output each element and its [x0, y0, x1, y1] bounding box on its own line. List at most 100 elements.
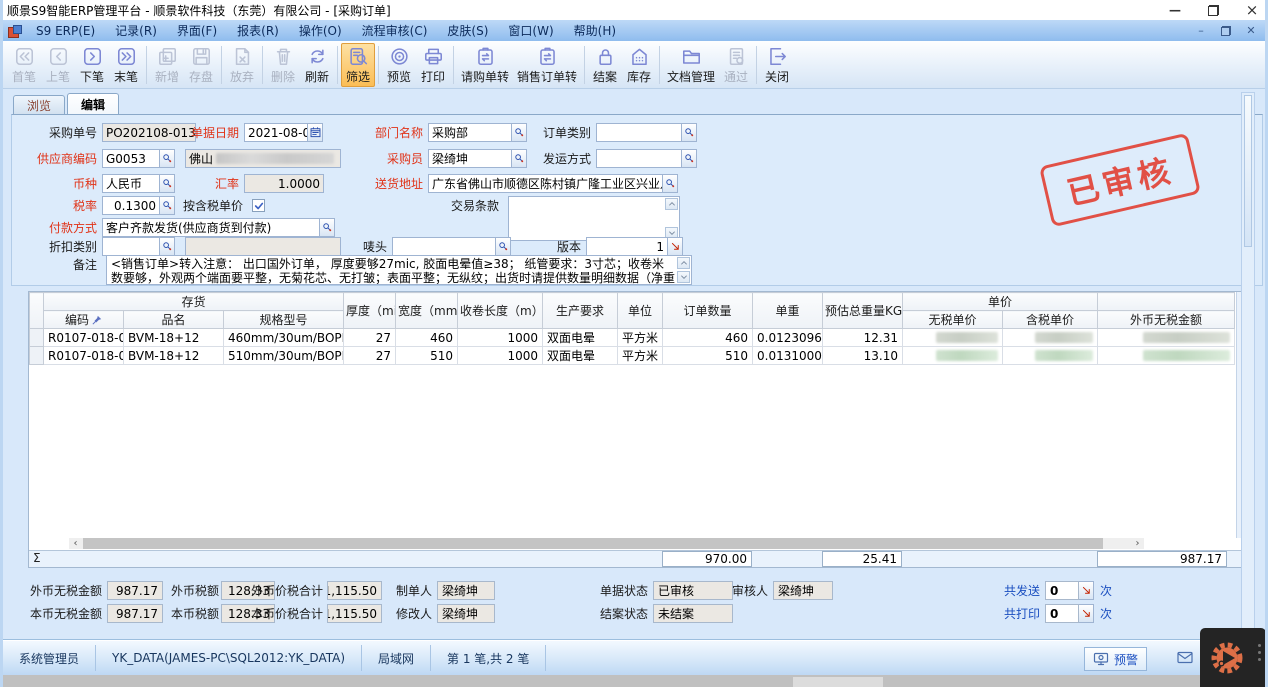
- mark-field[interactable]: [392, 237, 496, 256]
- cell-width[interactable]: 460: [396, 329, 458, 347]
- filter-button[interactable]: 筛选: [341, 43, 375, 87]
- cell-spec[interactable]: 510mm/30um/BOPP预涂触...: [224, 347, 344, 365]
- col-unit-weight[interactable]: 单重: [753, 293, 823, 329]
- scroll-down-icon[interactable]: [677, 271, 690, 283]
- cell-price-no-tax[interactable]: [903, 347, 1003, 365]
- calendar-icon[interactable]: [308, 123, 323, 142]
- supplier-name-field[interactable]: 佛山: [185, 149, 341, 168]
- col-foreign-amount[interactable]: 外币无税金额: [1098, 311, 1235, 329]
- col-qty[interactable]: 订单数量: [663, 293, 753, 329]
- col-spec[interactable]: 规格型号: [224, 311, 344, 329]
- dept-lookup-icon[interactable]: [512, 123, 527, 142]
- cell-foreign-amount[interactable]: [1098, 347, 1235, 365]
- currency-field[interactable]: 人民币: [102, 174, 160, 193]
- inventory-button[interactable]: 库存: [622, 43, 656, 87]
- col-width[interactable]: 宽度（mm）: [396, 293, 458, 329]
- inventory-group-header[interactable]: 存货: [44, 293, 344, 311]
- printed-count-spin-icon[interactable]: [1079, 604, 1094, 623]
- ship-method-field[interactable]: [596, 149, 682, 168]
- row-indicator[interactable]: [30, 347, 44, 365]
- scroll-up-icon[interactable]: [665, 198, 678, 210]
- cell-length[interactable]: 1000: [458, 329, 543, 347]
- alert-button[interactable]: 预警: [1084, 647, 1147, 671]
- cell-code[interactable]: R0107-018-0460-...: [44, 329, 124, 347]
- tax-rate-lookup-icon[interactable]: [160, 196, 175, 215]
- menu-item-7[interactable]: 皮肤(S): [437, 20, 498, 41]
- menu-item-3[interactable]: 界面(F): [167, 20, 227, 41]
- supplier-lookup-icon[interactable]: [160, 149, 175, 168]
- col-total-weight[interactable]: 预估总重量KG: [823, 293, 903, 329]
- requisition-transfer-button[interactable]: 请购单转: [457, 43, 513, 87]
- trade-terms-field[interactable]: [508, 196, 680, 241]
- mdi-minimize-button[interactable]: –: [1195, 25, 1207, 37]
- mdi-close-button[interactable]: ✕: [1245, 25, 1257, 37]
- cell-total-weight[interactable]: 13.10: [823, 347, 903, 365]
- cell-thickness[interactable]: 27: [344, 347, 396, 365]
- close-button[interactable]: ×: [1245, 3, 1259, 17]
- col-prod-req[interactable]: 生产要求: [543, 293, 618, 329]
- doc-date-field[interactable]: 2021-08-04: [244, 123, 308, 142]
- mail-icon[interactable]: [1177, 650, 1193, 669]
- col-name[interactable]: 品名: [124, 311, 224, 329]
- print-button[interactable]: 打印: [416, 43, 450, 87]
- version-spin-icon[interactable]: [668, 237, 683, 256]
- col-price-no-tax[interactable]: 无税单价: [903, 311, 1003, 329]
- cell-prod[interactable]: 双面电晕: [543, 329, 618, 347]
- menu-item-6[interactable]: 流程审核(C): [352, 20, 438, 41]
- col-length[interactable]: 收卷长度（m）: [458, 293, 543, 329]
- discount-lookup-icon[interactable]: [160, 237, 175, 256]
- grid-row[interactable]: R0107-018-0460-...BVM-18+12460mm/30um/BO…: [30, 329, 1235, 347]
- mdi-restore-button[interactable]: [1221, 26, 1231, 36]
- cell-unit[interactable]: 平方米: [618, 329, 663, 347]
- menu-item-9[interactable]: 帮助(H): [564, 20, 626, 41]
- cell-price-with-tax[interactable]: [1003, 329, 1098, 347]
- panel-vertical-scrollbar[interactable]: [1241, 92, 1255, 640]
- cell-unit-weight[interactable]: 0.0131000: [753, 347, 823, 365]
- sent-count-spin-icon[interactable]: [1079, 581, 1094, 600]
- pin-icon[interactable]: [89, 313, 102, 327]
- mark-lookup-icon[interactable]: [496, 237, 511, 256]
- order-type-field[interactable]: [596, 123, 682, 142]
- menu-item-1[interactable]: S9 ERP(E): [26, 20, 105, 41]
- overlay-menu-dots[interactable]: [1258, 644, 1261, 661]
- cell-unit[interactable]: 平方米: [618, 347, 663, 365]
- address-lookup-icon[interactable]: [663, 174, 678, 193]
- next-record-button[interactable]: 下笔: [75, 43, 109, 87]
- col-price-with-tax[interactable]: 含税单价: [1003, 311, 1098, 329]
- restore-button[interactable]: [1208, 5, 1219, 16]
- buyer-field[interactable]: 梁绮坤: [428, 149, 512, 168]
- tab-edit[interactable]: 编辑: [67, 93, 119, 114]
- remark-field[interactable]: <销售订单>转入注意： 出口国外订单， 厚度要够27mic, 胶面电晕值≥38；…: [106, 255, 692, 285]
- discount-type-field[interactable]: [102, 237, 160, 256]
- scroll-right-icon[interactable]: ›: [1131, 538, 1144, 549]
- rate-field[interactable]: 1.0000: [244, 174, 324, 193]
- cell-total-weight[interactable]: 12.31: [823, 329, 903, 347]
- cell-thickness[interactable]: 27: [344, 329, 396, 347]
- cell-prod[interactable]: 双面电晕: [543, 347, 618, 365]
- refresh-button[interactable]: 刷新: [300, 43, 334, 87]
- cell-qty[interactable]: 460: [663, 329, 753, 347]
- ship-method-lookup-icon[interactable]: [682, 149, 697, 168]
- screen-recorder-overlay[interactable]: [1200, 628, 1266, 687]
- po-no-field[interactable]: PO202108-013: [102, 123, 196, 142]
- col-thickness[interactable]: 厚度（mic）: [344, 293, 396, 329]
- printed-count-value[interactable]: 0: [1045, 604, 1079, 623]
- grid-horizontal-scrollbar[interactable]: ‹ ›: [69, 538, 1144, 549]
- cell-length[interactable]: 1000: [458, 347, 543, 365]
- address-field[interactable]: 广东省佛山市顺德区陈村镇广隆工业区兴业八路9号之一: [428, 174, 663, 193]
- cell-spec[interactable]: 460mm/30um/BOPP预涂触...: [224, 329, 344, 347]
- cell-width[interactable]: 510: [396, 347, 458, 365]
- scroll-up-icon[interactable]: [677, 257, 690, 269]
- cell-price-no-tax[interactable]: [903, 329, 1003, 347]
- close-case-button[interactable]: 结案: [588, 43, 622, 87]
- cell-unit-weight[interactable]: 0.0123096: [753, 329, 823, 347]
- col-code[interactable]: 编码: [44, 311, 124, 329]
- dept-field[interactable]: 采购部: [428, 123, 512, 142]
- preview-button[interactable]: 预览: [382, 43, 416, 87]
- menu-item-4[interactable]: 报表(R): [227, 20, 289, 41]
- grid-row[interactable]: R0107-018-0510-...BVM-18+12510mm/30um/BO…: [30, 347, 1235, 365]
- cell-foreign-amount[interactable]: [1098, 329, 1235, 347]
- cell-name[interactable]: BVM-18+12: [124, 329, 224, 347]
- payment-lookup-icon[interactable]: [320, 218, 335, 237]
- sent-count-value[interactable]: 0: [1045, 581, 1079, 600]
